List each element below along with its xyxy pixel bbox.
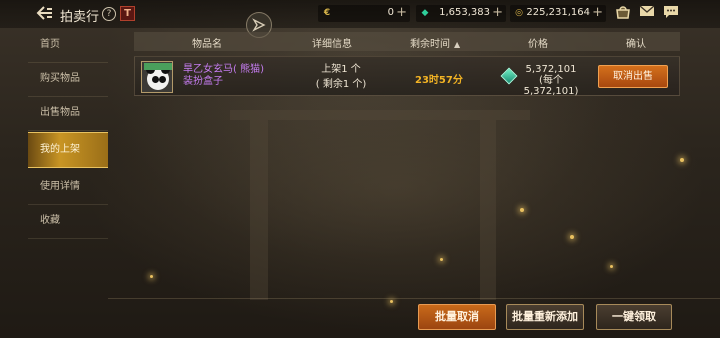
column-header-label: 剩余时间 (410, 39, 450, 50)
claim-all-button[interactable]: 一键领取 (596, 304, 672, 330)
sidebar-item-buy[interactable]: 购买物品 (28, 62, 108, 97)
currency-value: 0 (387, 7, 394, 18)
currency-gold-coin: € 0 + (318, 5, 410, 22)
help-icon[interactable]: ? (102, 7, 116, 21)
gem-icon: ◆ (421, 8, 429, 18)
panda-hat (144, 63, 172, 70)
sidebar-item-label: 购买物品 (40, 73, 80, 84)
light-sparkle (680, 158, 684, 162)
item-name-line2: 装扮盒子 (183, 76, 223, 87)
remaining-count: ( 剩余1 个) (315, 79, 367, 90)
cancel-sale-button[interactable]: 取消出售 (598, 65, 668, 88)
light-sparkle (440, 258, 443, 261)
sort-ascending-icon: ▲ (454, 40, 461, 49)
item-price: 5,372,101 (每个5,372,101) (513, 64, 589, 97)
light-sparkle (150, 275, 153, 278)
batch-cancel-button[interactable]: 批量取消 (418, 304, 496, 330)
table-header: 物品名 详细信息 剩余时间 ▲ 价格 确认 (134, 32, 680, 51)
currency-value: 1,653,383 (439, 7, 490, 18)
panda-eye (159, 76, 166, 83)
shop-bag-icon[interactable] (614, 5, 632, 21)
chat-icon[interactable] (662, 5, 680, 21)
item-detail: 上架1 个 ( 剩余1 个) (305, 62, 377, 92)
sidebar-item-usage-details[interactable]: 使用详情 (28, 170, 108, 205)
light-sparkle (570, 235, 574, 239)
back-arrow-icon[interactable] (36, 5, 56, 23)
remaining-time: 23时57分 (415, 75, 463, 86)
euro-coin-icon: € (323, 8, 331, 18)
currency-value: 225,231,164 (526, 7, 590, 18)
currency-gem: ◆ 1,653,383 + (416, 5, 506, 22)
sidebar-item-home[interactable]: 首页 (28, 28, 108, 63)
sidebar-item-my-listings[interactable]: 我的上架 (28, 132, 108, 168)
footer-divider (108, 298, 720, 299)
panda-eye (152, 76, 159, 83)
column-header-detail: 详细信息 (312, 39, 352, 50)
item-name: 旱乙女玄马( 熊猫) 装扮盒子 (183, 64, 264, 88)
add-currency-button[interactable]: + (396, 5, 407, 20)
add-currency-button[interactable]: + (492, 5, 503, 20)
event-badge-icon[interactable]: T (120, 6, 135, 21)
background-pillar (480, 120, 496, 300)
sidebar-item-label: 我的上架 (40, 144, 80, 155)
sidebar-item-favorites[interactable]: 收藏 (28, 204, 108, 239)
currency-gold: ◎ 225,231,164 + (510, 5, 606, 22)
item-thumbnail[interactable] (141, 61, 173, 93)
background-beam (230, 110, 530, 120)
add-currency-button[interactable]: + (592, 5, 603, 20)
light-sparkle (520, 208, 524, 212)
column-header-remaining[interactable]: 剩余时间 ▲ (410, 35, 460, 50)
column-header-name: 物品名 (192, 39, 222, 50)
batch-relist-button[interactable]: 批量重新添加 (506, 304, 584, 330)
light-sparkle (610, 265, 613, 268)
column-header-confirm: 确认 (626, 39, 646, 50)
top-bar: 拍卖行 ? T € 0 + ◆ 1,653,383 + ◎ 225,231,16… (0, 0, 720, 28)
table-row[interactable]: 旱乙女玄马( 熊猫) 装扮盒子 上架1 个 ( 剩余1 个) 23时57分 5,… (134, 56, 680, 97)
background-pillar (250, 120, 268, 300)
sidebar-item-label: 首页 (40, 39, 60, 50)
total-price: 5,372,101 (525, 64, 577, 75)
column-header-price: 价格 (528, 39, 548, 50)
sidebar-item-sell[interactable]: 出售物品 (28, 96, 108, 131)
light-sparkle (390, 300, 393, 303)
sidebar-item-label: 收藏 (40, 215, 60, 226)
sidebar-item-label: 使用详情 (40, 181, 80, 192)
page-title: 拍卖行 (60, 10, 100, 25)
item-name-line1: 旱乙女玄马( 熊猫) (183, 64, 264, 75)
sidebar-item-label: 出售物品 (40, 107, 80, 118)
listing-count: 上架1 个 (321, 64, 361, 75)
mail-icon[interactable] (638, 5, 656, 21)
gold-coin-icon: ◎ (515, 8, 523, 18)
unit-price: (每个5,372,101) (523, 75, 579, 97)
